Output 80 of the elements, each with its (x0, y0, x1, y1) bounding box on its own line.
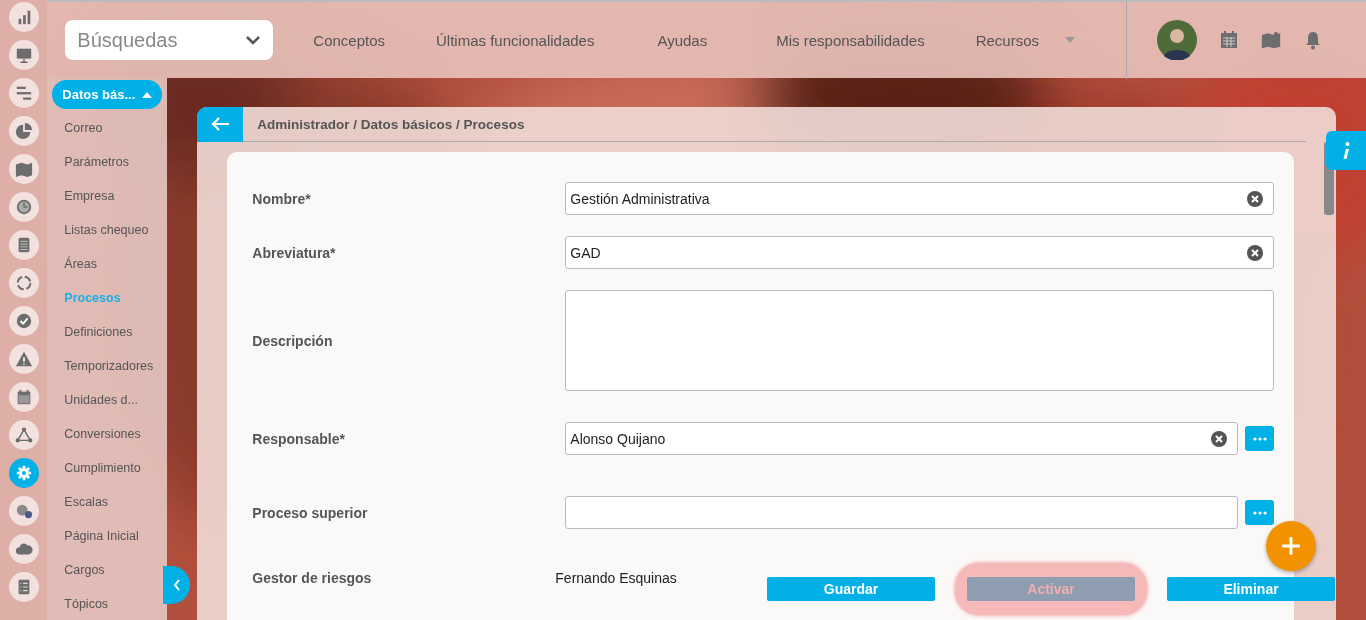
chevron-down-icon (245, 35, 262, 45)
rail-button[interactable] (8, 534, 39, 564)
clock-icon (14, 198, 33, 216)
sidebar-item[interactable]: Parámetros (64, 154, 168, 171)
chevron-left-icon (171, 578, 182, 592)
rail-button[interactable] (8, 268, 39, 298)
input-field[interactable]: GAD (565, 236, 1274, 269)
rail-button[interactable] (8, 458, 39, 488)
avatar[interactable] (1157, 20, 1197, 60)
field-label: Descripción (252, 332, 334, 349)
caret-up-icon (142, 91, 153, 98)
rail-button[interactable] (8, 2, 39, 32)
rail-button[interactable] (8, 306, 39, 336)
field-label: Abreviatura* (252, 244, 337, 261)
sidebar-item[interactable]: Temporizadores (64, 358, 168, 375)
field-label: Nombre* (252, 190, 312, 207)
sidebar-item[interactable]: Tópicos (64, 596, 168, 613)
sidebar-item[interactable]: Cumplimiento (64, 460, 168, 477)
ellipsis-icon (1252, 436, 1267, 441)
rail-button[interactable] (8, 40, 39, 70)
nav-link[interactable]: Conceptos (313, 31, 386, 49)
sidebar-item[interactable]: Escalas (64, 494, 168, 511)
network-icon (14, 426, 33, 444)
rail-button[interactable] (8, 116, 39, 146)
input-field[interactable]: Gestión Administrativa (565, 182, 1274, 215)
breadcrumb: Administrador / Datos básicos / Procesos (257, 116, 525, 132)
rail-button[interactable] (8, 382, 39, 412)
plus-icon (1280, 535, 1302, 557)
clear-icon[interactable] (1211, 430, 1227, 447)
more-button[interactable] (1245, 426, 1274, 451)
rail-button[interactable] (8, 192, 39, 222)
caret-down-icon (1065, 37, 1075, 43)
action-button[interactable]: Guardar (767, 577, 935, 601)
rail-button[interactable] (8, 496, 39, 526)
sidebar-item[interactable]: Cargos (64, 562, 168, 579)
gears-icon (14, 502, 33, 520)
input-field[interactable] (565, 496, 1238, 529)
check-icon (14, 312, 33, 330)
clear-icon[interactable] (1247, 190, 1263, 207)
map-icon (14, 160, 33, 178)
nav-link[interactable]: Últimas funcionalidades (436, 31, 595, 49)
sidebar-item[interactable]: Conversiones (64, 426, 168, 443)
nav-link[interactable]: Mis responsabilidades (776, 31, 925, 49)
sidebar-item[interactable]: Listas chequeo (64, 222, 168, 239)
pie-chart-icon (14, 122, 33, 140)
clear-icon[interactable] (1247, 244, 1263, 261)
map-icon[interactable] (1261, 30, 1281, 50)
sidebar-item[interactable]: Empresa (64, 188, 168, 205)
sidebar-item[interactable]: Página Inicial (64, 528, 168, 545)
back-button[interactable] (197, 106, 244, 142)
rail-button[interactable] (8, 78, 39, 108)
rail-button[interactable] (8, 420, 39, 450)
sidebar-item[interactable]: Correo (64, 120, 168, 137)
rail-button[interactable] (8, 344, 39, 374)
section-dropdown[interactable]: Datos bás... (52, 80, 163, 109)
field-label: Responsable* (252, 430, 346, 447)
rail-button[interactable] (8, 230, 39, 260)
gear-icon (14, 464, 33, 482)
sidebar-item[interactable]: Áreas (64, 256, 168, 273)
cycle-icon (14, 274, 33, 292)
ellipsis-icon (1252, 510, 1267, 515)
arrow-left-icon (210, 116, 231, 132)
rail-button[interactable] (8, 572, 39, 602)
gantt-icon (14, 84, 33, 102)
calendar-icon[interactable] (1219, 30, 1239, 50)
nav-link[interactable]: Ayudas (657, 31, 708, 49)
presentation-icon (14, 46, 33, 64)
sidebar-item[interactable]: Unidades d... (64, 392, 168, 409)
field-value: Fernando Esquinas (555, 570, 677, 586)
input-field[interactable]: Alonso Quijano (565, 422, 1238, 455)
search-dropdown[interactable]: Búsquedas (65, 20, 274, 60)
nav-link[interactable]: Recursos (975, 31, 1075, 49)
more-button[interactable] (1245, 500, 1274, 525)
sidebar-item[interactable]: Definiciones (64, 324, 168, 341)
info-icon (1341, 140, 1351, 161)
info-button[interactable] (1326, 131, 1366, 170)
warning-icon (14, 350, 33, 368)
rail-button[interactable] (8, 154, 39, 184)
action-button[interactable]: Eliminar (1167, 577, 1335, 601)
field-label: Proceso superior (252, 504, 369, 521)
